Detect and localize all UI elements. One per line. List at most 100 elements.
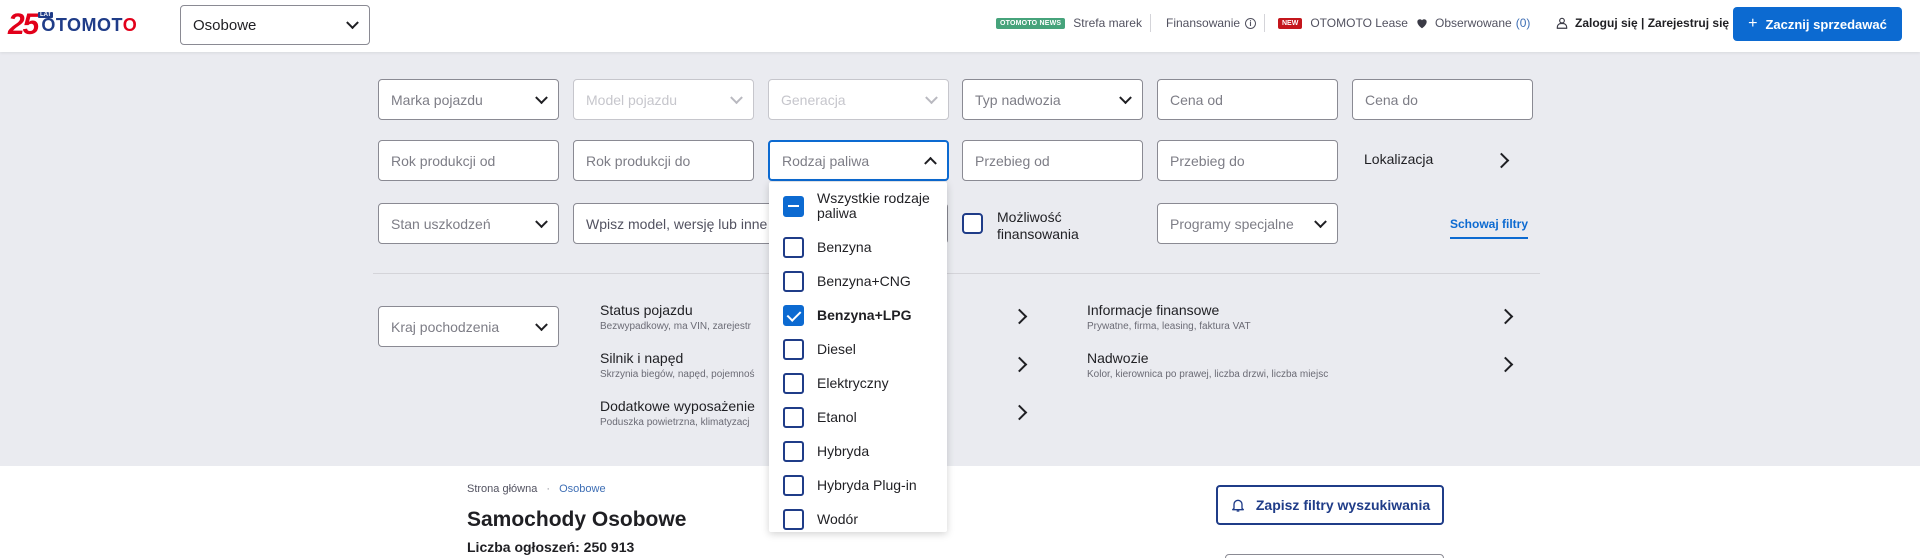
- filters-divider: [373, 273, 1540, 274]
- hide-filters-link[interactable]: Schowaj filtry: [1450, 217, 1529, 239]
- fuel-option[interactable]: Diesel: [769, 332, 947, 366]
- nav-observed[interactable]: Obserwowane (0): [1415, 0, 1530, 46]
- nav-login[interactable]: Zaloguj się | Zarejestruj się: [1555, 0, 1729, 46]
- group-financial-title[interactable]: Informacje finansowe: [1087, 302, 1219, 318]
- fuel-option[interactable]: Elektryczny: [769, 366, 947, 400]
- observed-count: (0): [1515, 16, 1531, 30]
- group-body-sub: Kolor, kierownica po prawej, liczba drzw…: [1087, 369, 1329, 380]
- page-title: Samochody Osobowe: [467, 508, 687, 531]
- mileage-from-input[interactable]: Przebieg od: [962, 140, 1143, 181]
- fuel-option[interactable]: Hybryda Plug-in: [769, 468, 947, 502]
- fuel-type-dropdown: Wszystkie rodzaje paliwa Benzyna Benzyna+C…: [769, 182, 947, 532]
- new-badge: NEW: [1278, 17, 1303, 29]
- fuel-option-label: Hybryda: [817, 443, 870, 459]
- model-select[interactable]: Model pojazdu: [573, 79, 754, 120]
- breadcrumb-home[interactable]: Strona główna: [467, 483, 537, 495]
- otomoto-logo[interactable]: 25 LAT OTOMOTO: [8, 8, 158, 42]
- origin-country-select[interactable]: Kraj pochodzenia: [378, 306, 559, 347]
- group-vehicle-status-title[interactable]: Status pojazdu: [600, 302, 693, 318]
- group-equipment-sub: Poduszka powietrzna, klimatyzacj: [600, 417, 750, 428]
- logo-badge: LAT: [38, 12, 54, 18]
- save-search-filters-label: Zapisz filtry wyszukiwania: [1255, 497, 1431, 513]
- make-select[interactable]: Marka pojazdu: [378, 79, 559, 120]
- chevron-up-icon: [924, 156, 937, 170]
- special-programs-select[interactable]: Programy specjalne: [1157, 203, 1338, 244]
- chevron-down-icon: [535, 90, 548, 104]
- year-from-input[interactable]: Rok produkcji od: [378, 140, 559, 181]
- chevron-right-icon[interactable]: [1497, 308, 1514, 325]
- logo-wordmark-main: OTOMOT: [41, 14, 123, 35]
- checkbox-icon[interactable]: [783, 406, 804, 428]
- chevron-down-icon: [730, 90, 743, 104]
- group-body-title[interactable]: Nadwozie: [1087, 350, 1148, 366]
- chevron-right-icon[interactable]: [1493, 152, 1510, 169]
- checkbox-icon[interactable]: [783, 372, 804, 394]
- checkbox-icon[interactable]: [783, 338, 804, 360]
- year-from-placeholder: Rok produkcji od: [391, 152, 496, 169]
- fuel-option[interactable]: Benzyna: [769, 230, 947, 264]
- breadcrumb-separator: ·: [546, 483, 551, 495]
- chevron-right-icon[interactable]: [1011, 404, 1028, 421]
- nav-brand-zone[interactable]: OTOMOTO NEWS Strefa marek: [996, 0, 1142, 46]
- heart-icon: [1417, 19, 1427, 29]
- fuel-option-label: Elektryczny: [817, 375, 889, 391]
- fuel-option[interactable]: Etanol: [769, 400, 947, 434]
- fuel-option-label: Hybryda Plug-in: [817, 477, 917, 493]
- fuel-option[interactable]: Benzyna+LPG: [769, 298, 947, 332]
- price-to-input[interactable]: Cena do: [1352, 79, 1533, 120]
- nav-lease[interactable]: NEW OTOMOTO Lease: [1278, 0, 1408, 46]
- price-from-input[interactable]: Cena od: [1157, 79, 1338, 120]
- nav-lease-label: OTOMOTO Lease: [1310, 16, 1408, 30]
- checkbox-icon[interactable]: [783, 440, 804, 462]
- location-label[interactable]: Lokalizacja: [1364, 151, 1433, 167]
- checkbox-icon[interactable]: [783, 508, 804, 530]
- financing-checkbox[interactable]: [962, 213, 983, 234]
- checkbox-icon[interactable]: [783, 236, 804, 258]
- nav-observed-label: Obserwowane: [1435, 16, 1512, 30]
- damage-select[interactable]: Stan uszkodzeń: [378, 203, 559, 244]
- make-select-placeholder: Marka pojazdu: [391, 91, 483, 108]
- user-icon: [1556, 17, 1568, 29]
- fuel-option-label: Wodór: [817, 511, 858, 527]
- nav-separator: [1264, 14, 1265, 32]
- generation-select[interactable]: Generacja: [768, 79, 949, 120]
- year-to-input[interactable]: Rok produkcji do: [573, 140, 754, 181]
- checkbox-icon[interactable]: [783, 304, 804, 326]
- nav-financing[interactable]: Finansowanie i: [1166, 0, 1257, 46]
- body-type-select-placeholder: Typ nadwozia: [975, 91, 1061, 108]
- checkbox-icon[interactable]: [783, 270, 804, 292]
- category-select[interactable]: Osobowe: [180, 5, 370, 45]
- fuel-type-select[interactable]: Rodzaj paliwa: [768, 140, 949, 181]
- fuel-option[interactable]: Hybryda: [769, 434, 947, 468]
- checkbox-icon[interactable]: [783, 474, 804, 496]
- body-type-select[interactable]: Typ nadwozia: [962, 79, 1143, 120]
- group-vehicle-status-sub: Bezwypadkowy, ma VIN, zarejestr: [600, 321, 751, 332]
- year-to-placeholder: Rok produkcji do: [586, 152, 691, 169]
- breadcrumb-current[interactable]: Osobowe: [559, 483, 605, 495]
- start-selling-button[interactable]: + Zacznij sprzedawać: [1733, 7, 1902, 41]
- chevron-right-icon[interactable]: [1011, 356, 1028, 373]
- bell-icon: [1231, 499, 1244, 512]
- logo-anniversary: 25: [8, 8, 39, 41]
- origin-country-placeholder: Kraj pochodzenia: [391, 318, 500, 335]
- chevron-right-icon[interactable]: [1497, 356, 1514, 373]
- fuel-option-label: Wszystkie rodzaje paliwa: [817, 190, 930, 221]
- financing-label: Możliwość finansowania: [997, 209, 1079, 242]
- news-badge: OTOMOTO NEWS: [996, 17, 1066, 29]
- top-header: 25 LAT OTOMOTO Osobowe OTOMOTO NEWS Stre…: [0, 0, 1920, 52]
- fuel-option-label: Benzyna+CNG: [817, 273, 911, 289]
- fuel-option[interactable]: Benzyna+CNG: [769, 264, 947, 298]
- group-engine-title[interactable]: Silnik i napęd: [600, 350, 683, 366]
- fuel-option[interactable]: Wodór: [769, 502, 947, 532]
- fuel-type-placeholder: Rodzaj paliwa: [782, 152, 870, 169]
- fuel-option[interactable]: Wszystkie rodzaje paliwa: [769, 184, 947, 228]
- checkbox-icon[interactable]: [783, 195, 804, 217]
- save-search-filters-button[interactable]: Zapisz filtry wyszukiwania: [1216, 485, 1444, 525]
- mileage-to-input[interactable]: Przebieg do: [1157, 140, 1338, 181]
- chevron-right-icon[interactable]: [1011, 308, 1028, 325]
- group-equipment-title[interactable]: Dodatkowe wyposażenie: [600, 398, 755, 414]
- category-select-value: Osobowe: [193, 16, 257, 34]
- fuel-option-label: Benzyna+LPG: [817, 307, 912, 323]
- sort-select[interactable]: [1225, 554, 1444, 558]
- price-to-placeholder: Cena do: [1365, 91, 1418, 108]
